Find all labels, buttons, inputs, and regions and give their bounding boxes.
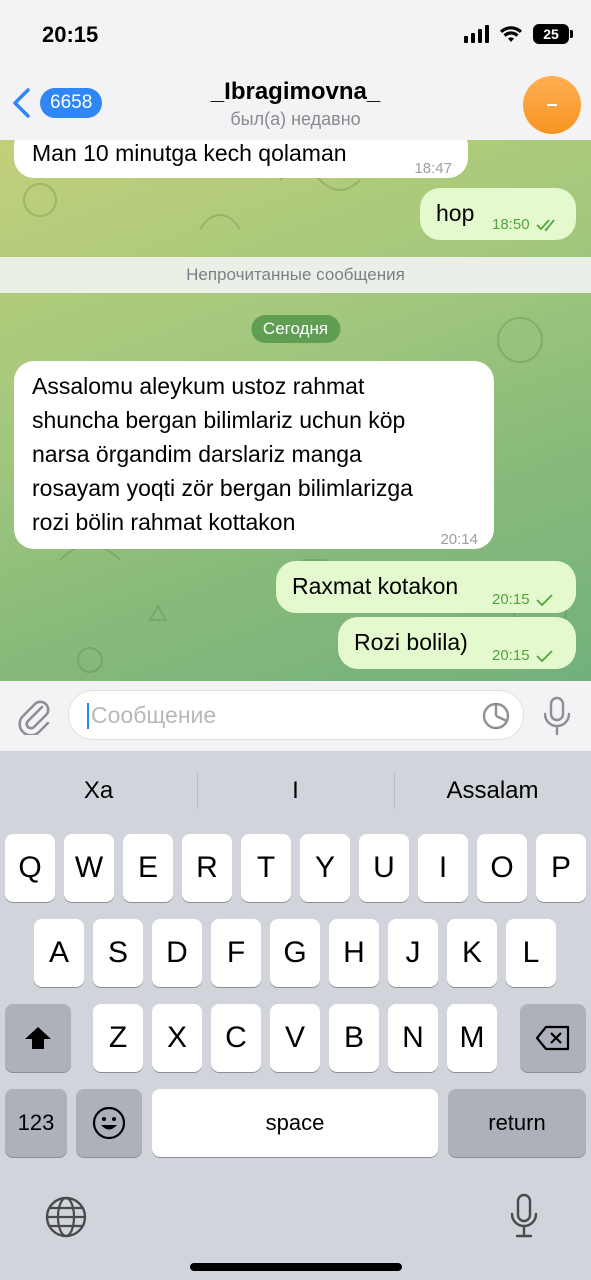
key-f[interactable]: F xyxy=(211,919,261,987)
key-j[interactable]: J xyxy=(388,919,438,987)
delete-key[interactable] xyxy=(520,1004,586,1072)
key-r[interactable]: R xyxy=(182,834,232,902)
message-line: rosayam yoqti zör bergan bilimlarizga xyxy=(32,475,413,501)
space-key[interactable]: space xyxy=(152,1089,438,1157)
message-outgoing[interactable]: Raxmat kotakon 20:15 xyxy=(276,561,576,613)
message-time: 20:14 xyxy=(440,531,478,548)
status-icons: 25 xyxy=(464,24,573,44)
key-q[interactable]: Q xyxy=(5,834,55,902)
dictation-icon[interactable] xyxy=(508,1193,540,1239)
emoji-key[interactable] xyxy=(76,1089,142,1157)
key-x[interactable]: X xyxy=(152,1004,202,1072)
key-d[interactable]: D xyxy=(152,919,202,987)
key-n[interactable]: N xyxy=(388,1004,438,1072)
backspace-icon xyxy=(535,1025,570,1051)
message-time-status: 20:15 xyxy=(492,639,554,673)
suggestion-2[interactable]: I xyxy=(197,751,394,831)
suggestion-1[interactable]: Xa xyxy=(0,751,197,831)
home-indicator xyxy=(190,1263,402,1271)
unread-divider: Непрочитанные сообщения xyxy=(0,257,591,293)
double-check-icon xyxy=(536,219,555,232)
check-icon xyxy=(536,650,553,663)
key-g[interactable]: G xyxy=(270,919,320,987)
key-o[interactable]: O xyxy=(477,834,527,902)
key-b[interactable]: B xyxy=(329,1004,379,1072)
message-text: Assalomu aleykum ustoz rahmat shuncha be… xyxy=(32,369,482,539)
message-line: rozi bölin rahmat kottakon xyxy=(32,509,296,535)
signal-icon xyxy=(464,25,489,43)
message-input[interactable] xyxy=(91,691,471,739)
message-time: 20:15 xyxy=(492,591,530,608)
key-i[interactable]: I xyxy=(418,834,468,902)
key-l[interactable]: L xyxy=(506,919,556,987)
key-u[interactable]: U xyxy=(359,834,409,902)
message-text: Raxmat kotakon xyxy=(292,573,459,599)
status-time: 20:15 xyxy=(42,22,99,47)
message-time: 18:47 xyxy=(414,160,452,177)
key-c[interactable]: C xyxy=(211,1004,261,1072)
key-s[interactable]: S xyxy=(93,919,143,987)
chat-area[interactable]: Man 10 minutga kech qolaman 18:47 hop 18… xyxy=(0,140,591,681)
message-outgoing[interactable]: hop 18:50 xyxy=(420,188,576,240)
key-t[interactable]: T xyxy=(241,834,291,902)
key-y[interactable]: Y xyxy=(300,834,350,902)
avatar-initial xyxy=(547,104,557,106)
shift-icon xyxy=(25,1027,51,1049)
key-w[interactable]: W xyxy=(64,834,114,902)
key-e[interactable]: E xyxy=(123,834,173,902)
date-badge: Сегодня xyxy=(250,315,341,343)
microphone-icon[interactable] xyxy=(541,695,573,737)
message-line: Assalomu aleykum ustoz rahmat xyxy=(32,373,365,399)
key-k[interactable]: K xyxy=(447,919,497,987)
key-p[interactable]: P xyxy=(536,834,586,902)
keyboard: Xa I Assalam Q W E R T Y U I O P A S D F… xyxy=(0,751,591,1280)
message-field[interactable] xyxy=(68,690,524,740)
message-line: shuncha bergan bilimlariz uchun köp xyxy=(32,407,406,433)
key-m[interactable]: M xyxy=(447,1004,497,1072)
avatar[interactable] xyxy=(523,76,581,134)
attach-icon[interactable] xyxy=(14,695,54,735)
message-outgoing[interactable]: Rozi bolila) 20:15 xyxy=(338,617,576,669)
battery-icon: 25 xyxy=(533,24,573,44)
wifi-icon xyxy=(500,26,522,42)
top-bar: 20:15 25 6658 _Ibragimovna_ был(а) недав… xyxy=(0,0,591,140)
message-input-bar xyxy=(0,681,591,751)
message-time-status: 20:15 xyxy=(492,583,554,617)
message-time-status: 18:50 xyxy=(492,208,560,242)
numbers-key[interactable]: 123 xyxy=(5,1089,67,1157)
emoji-icon xyxy=(92,1106,126,1140)
key-v[interactable]: V xyxy=(270,1004,320,1072)
shift-key[interactable] xyxy=(5,1004,71,1072)
globe-icon[interactable] xyxy=(44,1195,88,1239)
message-incoming[interactable]: Man 10 minutga kech qolaman 18:47 xyxy=(14,140,468,178)
check-icon xyxy=(536,594,553,607)
message-line: narsa örgandim darslariz manga xyxy=(32,441,362,467)
message-text: hop xyxy=(436,200,475,226)
sticker-icon[interactable] xyxy=(481,701,511,731)
return-key[interactable]: return xyxy=(448,1089,586,1157)
message-text: Rozi bolila) xyxy=(354,629,468,655)
suggestion-3[interactable]: Assalam xyxy=(394,751,591,831)
message-time: 20:15 xyxy=(492,647,530,664)
message-incoming[interactable]: Assalomu aleykum ustoz rahmat shuncha be… xyxy=(14,361,494,549)
key-z[interactable]: Z xyxy=(93,1004,143,1072)
text-cursor xyxy=(87,703,89,729)
chat-title[interactable]: _Ibragimovna_ xyxy=(0,78,591,106)
key-a[interactable]: A xyxy=(34,919,84,987)
message-time: 18:50 xyxy=(492,216,530,233)
chat-subtitle: был(а) недавно xyxy=(230,109,361,129)
message-text: Man 10 minutga kech qolaman xyxy=(32,140,347,166)
key-h[interactable]: H xyxy=(329,919,379,987)
